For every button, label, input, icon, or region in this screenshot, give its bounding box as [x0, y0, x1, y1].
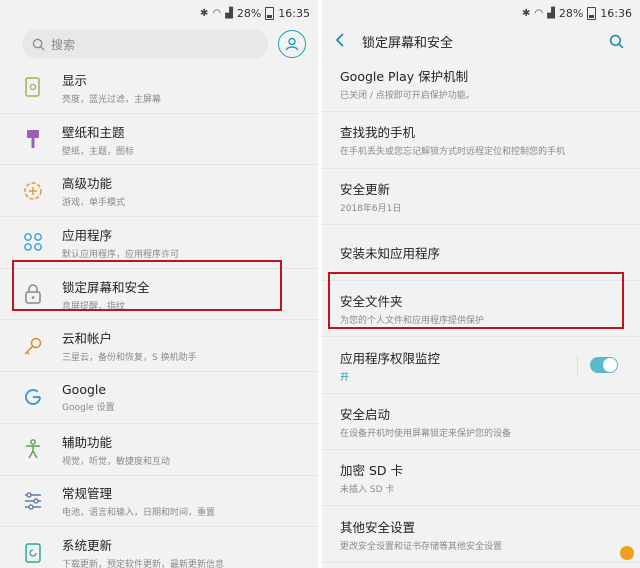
- settings-item-title: 辅助功能: [62, 434, 113, 450]
- setting-title: 加密 SD 卡: [340, 463, 404, 479]
- watermark-logo: [620, 546, 634, 560]
- accessibility-icon: [22, 438, 44, 460]
- settings-item-title: 锁定屏幕和安全: [62, 279, 150, 295]
- bluetooth-icon: ✱: [200, 7, 209, 19]
- signal-icon: ▟: [547, 7, 555, 19]
- settings-item-title: 系统更新: [62, 538, 113, 554]
- battery-icon: [265, 6, 275, 20]
- search-icon: [32, 38, 45, 51]
- apps-icon: [22, 231, 44, 253]
- settings-list: 显示 亮度，蓝光过滤，主屏幕 壁纸和主题 壁纸，主题，图标 高级功能 游戏，单手模式 …: [0, 62, 318, 568]
- setting-install-unknown-apps[interactable]: 安装未知应用程序: [322, 225, 640, 282]
- setting-subtitle: 在手机丢失或您忘记解锁方式时远程定位和控制您的手机: [340, 147, 566, 158]
- settings-item-advanced[interactable]: 高级功能游戏，单手模式: [0, 165, 318, 218]
- status-bar: ✱ ◠ ▟ 28% 16:35: [0, 0, 318, 26]
- settings-item-display[interactable]: 显示亮度，蓝光过滤，主屏幕: [0, 62, 318, 114]
- settings-item-subtitle: 默认应用程序，应用程序许可: [62, 249, 180, 260]
- setting-secure-folder[interactable]: 安全文件夹 为您的个人文件和应用程序提供保护: [322, 281, 640, 338]
- settings-item-accessibility[interactable]: 辅助功能视觉，听觉，敏捷度和互动: [0, 424, 318, 476]
- toggle-separator: [577, 355, 578, 376]
- setting-subtitle: 已关闭 / 点按即可开启保护功能。: [340, 91, 475, 102]
- search-placeholder: 搜索: [51, 37, 76, 52]
- setting-title: 安全启动: [340, 406, 391, 422]
- settings-item-title: 壁纸和主题: [62, 124, 125, 140]
- settings-item-system-update[interactable]: 系统更新下载更新，预定软件更新，最新更新信息: [0, 527, 318, 568]
- lock-icon: [22, 283, 44, 305]
- update-icon: [22, 542, 44, 564]
- wifi-icon: ◠: [212, 7, 222, 19]
- account-button[interactable]: [278, 30, 306, 58]
- status-bar: ✱ ◠ ▟ 28% 16:36: [322, 0, 640, 26]
- back-button[interactable]: [334, 32, 362, 51]
- setting-secure-startup[interactable]: 安全启动 在设备开机时使用屏幕锁定来保护您的设备: [322, 394, 640, 451]
- settings-item-subtitle: 游戏，单手模式: [62, 198, 126, 209]
- google-icon: [22, 386, 44, 408]
- settings-item-title: 高级功能: [62, 176, 113, 192]
- settings-item-subtitle: 电池，语言和输入，日期和时间，重置: [62, 508, 216, 519]
- settings-item-subtitle: 亮度，蓝光过滤，主屏幕: [62, 94, 162, 105]
- setting-title: 安全文件夹: [340, 294, 403, 310]
- setting-title: 安装未知应用程序: [340, 246, 441, 262]
- key-icon: [22, 335, 44, 357]
- settings-item-apps[interactable]: 应用程序默认应用程序，应用程序许可: [0, 217, 318, 269]
- clock: 16:36: [600, 6, 632, 20]
- setting-security-update[interactable]: 安全更新 2018年6月1日: [322, 169, 640, 225]
- setting-title: 安全更新: [340, 181, 391, 197]
- battery-percent: 28%: [236, 6, 262, 20]
- setting-subtitle: 在设备开机时使用屏幕锁定来保护您的设备: [340, 428, 512, 439]
- battery-icon: [587, 6, 597, 20]
- setting-other-security[interactable]: 其他安全设置 更改安全设置和证书存储等其他安全设置: [322, 506, 640, 563]
- settings-item-subtitle: 息屏提醒，指纹: [62, 301, 126, 312]
- advanced-features-icon: [22, 180, 44, 202]
- settings-item-lock-screen[interactable]: 锁定屏幕和安全息屏提醒，指纹: [0, 269, 318, 321]
- settings-item-title: 常规管理: [62, 486, 113, 502]
- settings-item-title: 云和帐户: [62, 331, 113, 347]
- settings-item-wallpaper[interactable]: 壁纸和主题壁纸，主题，图标: [0, 114, 318, 166]
- setting-subtitle: 2018年6月1日: [340, 203, 402, 214]
- clock: 16:35: [278, 6, 310, 20]
- settings-item-subtitle: 壁纸，主题，图标: [62, 146, 135, 157]
- permission-monitor-toggle[interactable]: [590, 357, 618, 374]
- setting-title: 查找我的手机: [340, 125, 416, 141]
- setting-app-permission-monitor[interactable]: 应用程序权限监控 开: [322, 337, 640, 394]
- settings-item-subtitle: 三星云，备份和恢复，S 换机助手: [62, 353, 197, 364]
- settings-item-title: 显示: [62, 72, 88, 88]
- display-icon: [22, 76, 44, 98]
- brush-icon: [22, 128, 44, 150]
- watermark: [620, 546, 634, 560]
- signal-icon: ▟: [225, 7, 233, 19]
- settings-item-general[interactable]: 常规管理电池，语言和输入，日期和时间，重置: [0, 476, 318, 528]
- settings-screen: ✱ ◠ ▟ 28% 16:35 搜索 显示 亮度，蓝光过滤，主屏幕 壁纸和主题 …: [0, 0, 318, 568]
- setting-subtitle: 未插入 SD 卡: [340, 485, 395, 496]
- setting-subtitle: 更改安全设置和证书存储等其他安全设置: [340, 541, 503, 552]
- search-icon[interactable]: [609, 34, 624, 49]
- setting-google-play-protect[interactable]: Google Play 保护机制 已关闭 / 点按即可开启保护功能。: [322, 56, 640, 113]
- settings-item-subtitle: 下载更新，预定软件更新，最新更新信息: [62, 560, 225, 568]
- lock-screen-security-screen: ✱ ◠ ▟ 28% 16:36 锁定屏幕和安全 Google Play 保护机制…: [322, 0, 640, 568]
- settings-item-subtitle: 视觉，听觉，敏捷度和互动: [62, 456, 171, 467]
- settings-item-title: Google: [62, 381, 107, 397]
- settings-item-cloud-accounts[interactable]: 云和帐户三星云，备份和恢复，S 换机助手: [0, 320, 318, 373]
- settings-item-title: 应用程序: [62, 227, 113, 243]
- security-settings-list: Google Play 保护机制 已关闭 / 点按即可开启保护功能。 查找我的手…: [322, 56, 640, 563]
- user-icon: [285, 37, 299, 51]
- setting-subtitle: 为您的个人文件和应用程序提供保护: [340, 316, 485, 327]
- sliders-icon: [22, 490, 44, 512]
- setting-title: Google Play 保护机制: [340, 69, 469, 85]
- chevron-left-icon: [335, 32, 344, 47]
- settings-item-subtitle: Google 设置: [62, 402, 115, 413]
- settings-item-google[interactable]: Google Google 设置: [0, 372, 318, 424]
- battery-percent: 28%: [558, 6, 584, 20]
- bluetooth-icon: ✱: [522, 7, 531, 19]
- wifi-icon: ◠: [534, 7, 544, 19]
- search-input[interactable]: 搜索: [22, 29, 268, 59]
- setting-encrypt-sd-card[interactable]: 加密 SD 卡 未插入 SD 卡: [322, 450, 640, 507]
- setting-find-my-phone[interactable]: 查找我的手机 在手机丢失或您忘记解锁方式时远程定位和控制您的手机: [322, 112, 640, 169]
- page-title: 锁定屏幕和安全: [362, 35, 454, 51]
- setting-title: 其他安全设置: [340, 519, 416, 535]
